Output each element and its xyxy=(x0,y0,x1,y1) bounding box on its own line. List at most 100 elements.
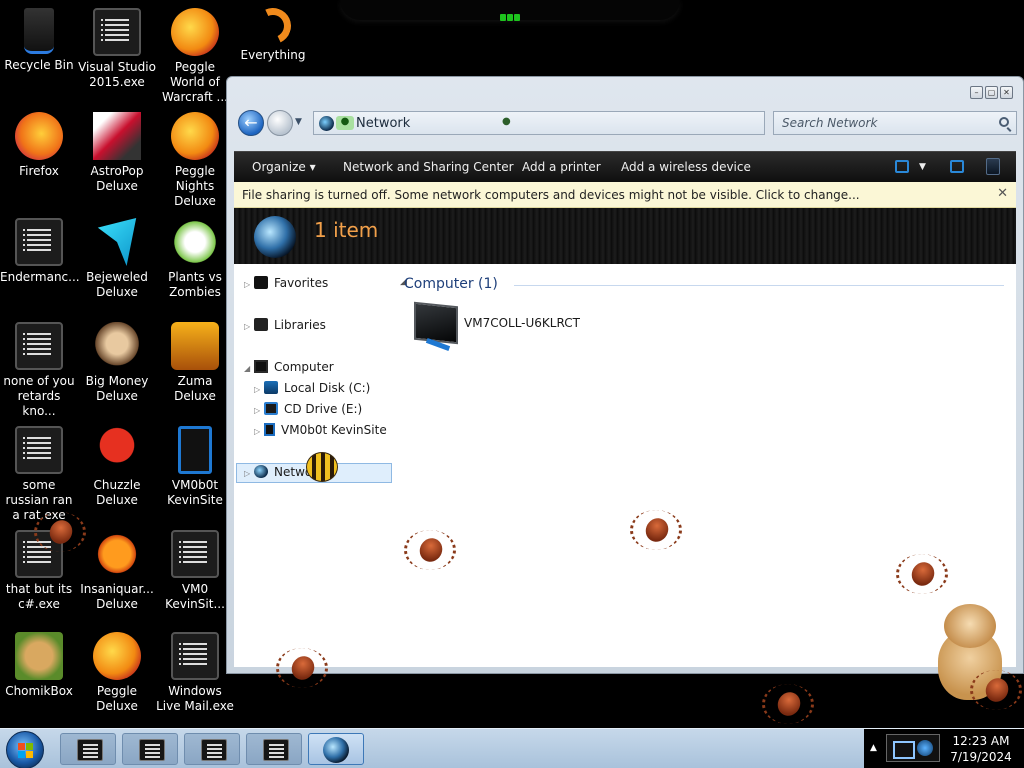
address-text[interactable]: Network xyxy=(356,116,410,131)
desktop-icon-none-of-you[interactable]: none of you retards kno... xyxy=(0,322,78,419)
desktop-icon-label: Insaniquar... Deluxe xyxy=(80,582,154,611)
spider-sprite xyxy=(34,506,86,556)
group-header[interactable]: Computer (1) xyxy=(404,276,498,292)
search-input[interactable]: Search Network xyxy=(782,116,877,130)
breadcrumb-chevron-icon[interactable]: ● xyxy=(502,116,511,127)
network-status-icon[interactable] xyxy=(886,734,940,762)
expand-arrow-icon[interactable]: ▷ xyxy=(254,427,264,436)
desktop-icon-bejeweled[interactable]: Bejeweled Deluxe xyxy=(78,218,156,300)
desktop-icon-peggle-deluxe[interactable]: Peggle Deluxe xyxy=(78,632,156,714)
computer-icon[interactable] xyxy=(414,301,458,345)
nav-item-favorites[interactable]: ▷ Favorites xyxy=(244,276,328,290)
expand-arrow-icon[interactable]: ▷ xyxy=(244,322,254,331)
change-view-icon[interactable] xyxy=(895,160,909,173)
view-options-dropdown-icon[interactable]: ▼ xyxy=(919,162,926,172)
desktop-icon-everything[interactable]: Everything xyxy=(234,2,312,63)
expand-arrow-icon[interactable]: ▷ xyxy=(254,385,264,394)
desktop-icon-label: Peggle Nights Deluxe xyxy=(174,164,216,208)
peggle-icon xyxy=(171,8,219,56)
expand-arrow-icon[interactable]: ▷ xyxy=(244,469,254,478)
spider-sprite xyxy=(404,524,456,574)
desktop-icon-big-money[interactable]: Big Money Deluxe xyxy=(78,322,156,404)
star-icon xyxy=(254,276,268,289)
taskbar-button[interactable] xyxy=(60,733,116,765)
notepad-icon xyxy=(15,426,63,474)
forward-button[interactable] xyxy=(267,110,293,136)
notepad-icon xyxy=(15,218,63,266)
window-controls: – ▢ ✕ xyxy=(970,86,1013,99)
collapse-arrow-icon[interactable]: ◢ xyxy=(244,364,254,373)
nav-label: CD Drive (E:) xyxy=(284,402,363,416)
desktop-icon-label: none of you retards kno... xyxy=(3,374,75,418)
nav-item-cd-drive[interactable]: ▷ CD Drive (E:) xyxy=(254,402,362,416)
desktop-icon-label: Peggle World of Warcraft ... xyxy=(162,60,228,104)
breadcrumb-chevron-icon[interactable]: ● xyxy=(336,116,354,130)
desktop-icon-endermanc[interactable]: Endermanc... xyxy=(0,218,80,285)
add-printer-button[interactable]: Add a printer xyxy=(522,160,601,174)
desktop-icon-astropop[interactable]: AstroPop Deluxe xyxy=(78,112,156,194)
desktop-icon-firefox[interactable]: Firefox xyxy=(0,112,78,179)
taskbar-button[interactable] xyxy=(184,733,240,765)
bee-sprite xyxy=(306,452,338,482)
desktop-icon-label: Everything xyxy=(240,48,306,62)
add-wireless-device-button[interactable]: Add a wireless device xyxy=(621,160,751,174)
desktop-icon-zuma[interactable]: Zuma Deluxe xyxy=(156,322,234,404)
nav-item-computer[interactable]: ◢ Computer xyxy=(244,360,334,374)
back-button[interactable]: ← xyxy=(238,110,264,136)
taskbar-button[interactable] xyxy=(246,733,302,765)
desktop-icon-label: Bejeweled Deluxe xyxy=(86,270,148,299)
network-sharing-center-button[interactable]: Network and Sharing Center xyxy=(343,160,514,174)
show-hidden-icons-icon[interactable]: ▲ xyxy=(870,743,877,753)
address-bar[interactable]: ● Network ● ▼ ✕ xyxy=(313,111,834,135)
taskbar-button-explorer[interactable] xyxy=(308,733,364,765)
clock-date: 7/19/2024 xyxy=(950,750,1012,764)
help-icon[interactable] xyxy=(986,158,1000,175)
desktop-icon-vm0b0t-kevinsite[interactable]: VM0b0t KevinSite xyxy=(156,426,234,508)
desktop-icon-label: Big Money Deluxe xyxy=(85,374,149,403)
nav-label: Favorites xyxy=(274,276,329,290)
chuzzle-icon xyxy=(93,426,141,474)
preview-pane-icon[interactable] xyxy=(950,160,964,173)
notepad-icon xyxy=(139,739,165,761)
start-button[interactable] xyxy=(6,731,44,768)
desktop-icon-peggle-wow[interactable]: Peggle World of Warcraft ... xyxy=(156,8,234,105)
desktop-icon-chomikbox[interactable]: ChomikBox xyxy=(0,632,78,699)
desktop-icon-recycle-bin[interactable]: Recycle Bin xyxy=(0,8,78,73)
clock[interactable]: 12:23 AM 7/19/2024 xyxy=(946,733,1016,765)
network-icon xyxy=(254,216,296,258)
group-divider xyxy=(514,285,1004,286)
desktop-icon-vm0-kevinsite[interactable]: VM0 KevinSit... xyxy=(156,530,234,612)
notepad-icon xyxy=(15,322,63,370)
info-bar[interactable]: File sharing is turned off. Some network… xyxy=(234,182,1016,208)
network-computer-item[interactable]: VM7COLL-U6KLRCT xyxy=(464,316,580,330)
close-button[interactable]: ✕ xyxy=(1000,86,1013,99)
close-icon[interactable]: ✕ xyxy=(997,186,1008,201)
hard-drive-icon xyxy=(264,381,278,394)
expand-arrow-icon[interactable]: ▷ xyxy=(244,280,254,289)
desktop-icon-visual-studio[interactable]: Visual Studio 2015.exe xyxy=(78,8,156,90)
minimize-button[interactable]: – xyxy=(970,86,983,99)
info-bar-message[interactable]: File sharing is turned off. Some network… xyxy=(242,188,860,202)
desktop-icon-insaniquarium[interactable]: Insaniquar... Deluxe xyxy=(78,530,156,612)
desktop-icon-peggle-nights[interactable]: Peggle Nights Deluxe xyxy=(156,112,234,209)
expand-arrow-icon[interactable]: ▷ xyxy=(254,406,264,415)
nav-label: Local Disk (C:) xyxy=(284,381,371,395)
nav-item-libraries[interactable]: ▷ Libraries xyxy=(244,318,326,332)
cd-drive-icon xyxy=(264,402,278,415)
taskbar-button[interactable] xyxy=(122,733,178,765)
desktop-icon-windows-live-mail[interactable]: Windows Live Mail.exe xyxy=(156,632,234,714)
desktop-icon-label: ChomikBox xyxy=(5,684,73,698)
nav-item-kevinsite[interactable]: ▷ VM0b0t KevinSite xyxy=(254,423,387,437)
search-box[interactable]: Search Network xyxy=(773,111,1017,135)
nav-item-local-disk[interactable]: ▷ Local Disk (C:) xyxy=(254,381,370,395)
search-icon[interactable] xyxy=(999,117,1009,127)
recent-pages-dropdown[interactable]: ▼ xyxy=(295,117,302,127)
desktop-icon-label: that but its c#.exe xyxy=(5,582,73,611)
everything-icon xyxy=(249,2,297,50)
organize-button[interactable]: Organize ▾ xyxy=(252,160,316,174)
clock-time: 12:23 AM xyxy=(952,734,1010,748)
desktop-icon-plants-vs-zombies[interactable]: Plants vs Zombies xyxy=(156,218,234,300)
desktop-icon-chuzzle[interactable]: Chuzzle Deluxe xyxy=(78,426,156,508)
maximize-button[interactable]: ▢ xyxy=(985,86,998,99)
tablet-icon xyxy=(264,423,275,436)
